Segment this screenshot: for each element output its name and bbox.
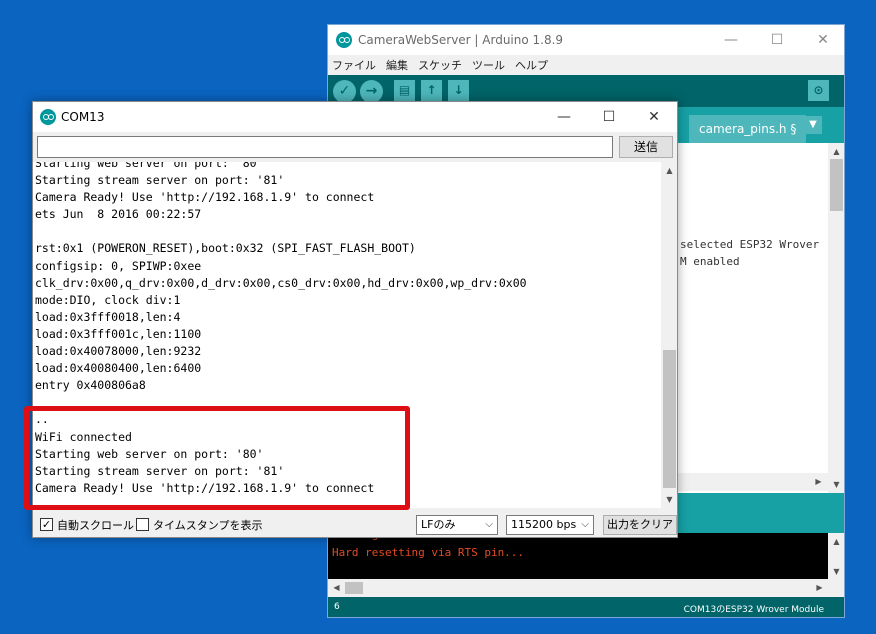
editor-scroll-thumb[interactable]	[830, 159, 843, 211]
highlight-annotation-box	[24, 406, 410, 510]
send-button[interactable]: 送信	[619, 136, 673, 158]
output-line: clk_drv:0x00,q_drv:0x00,d_drv:0x00,cs0_d…	[35, 275, 527, 290]
scroll-up-arrow-icon[interactable]: ▲	[828, 533, 844, 550]
ide-close-button[interactable]: ✕	[800, 25, 844, 55]
output-line: mode:DIO, clock div:1	[35, 292, 181, 307]
line-number: 6	[334, 602, 340, 612]
menu-tools[interactable]: ツール	[472, 57, 505, 73]
output-line: entry 0x400806a8	[35, 378, 146, 393]
tab-menu-chevron-down-icon[interactable]: ▼	[804, 116, 822, 134]
output-vertical-scrollbar[interactable]: ▲ ▼	[661, 162, 677, 508]
console-scroll-thumb[interactable]	[345, 582, 363, 594]
editor-line: selected ESP32 Wrover	[680, 238, 820, 251]
scroll-right-arrow-icon[interactable]: ▶	[810, 473, 827, 490]
autoscroll-label: 自動スクロール	[57, 519, 134, 532]
output-line: load:0x3fff0018,len:4	[35, 309, 181, 324]
scroll-down-arrow-icon[interactable]: ▼	[828, 563, 844, 580]
scroll-up-arrow-icon[interactable]: ▲	[828, 143, 844, 160]
scroll-up-arrow-icon[interactable]: ▲	[661, 162, 677, 179]
serial-send-input[interactable]	[37, 136, 613, 158]
upload-icon[interactable]: →	[360, 80, 383, 103]
chevron-down-icon: ⌵	[485, 519, 493, 530]
menu-help[interactable]: ヘルプ	[515, 57, 548, 73]
output-line: Camera Ready! Use 'http://192.168.1.9' t…	[35, 190, 375, 205]
scroll-right-arrow-icon[interactable]: ▶	[811, 579, 828, 596]
ide-maximize-button[interactable]: ☐	[754, 25, 800, 55]
open-sketch-icon[interactable]: ↑	[421, 80, 442, 101]
output-line: load:0x3fff001c,len:1100	[35, 326, 202, 341]
menu-file[interactable]: ファイル	[332, 57, 376, 73]
editor-horizontal-scrollbar[interactable]: ▶	[676, 473, 828, 491]
serial-titlebar[interactable]: COM13 — ☐ ✕	[33, 102, 677, 132]
scroll-left-arrow-icon[interactable]: ◀	[328, 579, 345, 596]
serial-window-title: COM13	[61, 110, 105, 124]
arduino-logo-icon	[336, 32, 352, 48]
verify-icon[interactable]: ✓	[333, 80, 356, 103]
serial-close-button[interactable]: ✕	[631, 102, 677, 132]
output-line: configsip: 0, SPIWP:0xee	[35, 258, 202, 273]
output-line: load:0x40078000,len:9232	[35, 344, 202, 359]
ide-menubar: ファイル 編集 スケッチ ツール ヘルプ	[328, 55, 844, 75]
line-ending-value: LFのみ	[421, 518, 456, 531]
serial-monitor-icon[interactable]: ⊙	[808, 80, 829, 101]
save-sketch-icon[interactable]: ↓	[448, 80, 469, 101]
output-line: Starting web server on port: '80'	[35, 162, 264, 170]
output-scroll-thumb[interactable]	[663, 350, 676, 488]
timestamp-label: タイムスタンプを表示	[153, 519, 263, 532]
ide-bottom-status: 6 COM13のESP32 Wrover Module	[328, 597, 844, 617]
output-line: load:0x40080400,len:6400	[35, 361, 202, 376]
ide-titlebar[interactable]: CameraWebServer | Arduino 1.8.9 — ☐ ✕	[328, 25, 844, 55]
menu-edit[interactable]: 編集	[386, 57, 408, 73]
output-line: Starting stream server on port: '81'	[35, 173, 285, 188]
serial-minimize-button[interactable]: —	[541, 102, 587, 132]
menu-sketch[interactable]: スケッチ	[418, 57, 462, 73]
clear-output-button[interactable]: 出力をクリア	[603, 515, 677, 535]
ide-window-title: CameraWebServer | Arduino 1.8.9	[358, 33, 564, 47]
scroll-down-arrow-icon[interactable]: ▼	[828, 476, 844, 493]
console-vertical-scrollbar[interactable]: ▲ ▼	[828, 533, 844, 597]
console-line: Hard resetting via RTS pin...	[332, 546, 525, 559]
line-ending-select[interactable]: LFのみ ⌵	[416, 515, 498, 535]
baud-rate-value: 115200 bps	[511, 518, 577, 531]
output-line: ets Jun 8 2016 00:22:57	[35, 207, 202, 222]
timestamp-checkbox[interactable]	[136, 518, 149, 531]
ide-minimize-button[interactable]: —	[708, 25, 754, 55]
baud-rate-select[interactable]: 115200 bps ⌵	[506, 515, 594, 535]
autoscroll-checkbox[interactable]: ✓	[40, 518, 53, 531]
board-port-info: COM13のESP32 Wrover Module	[683, 605, 824, 615]
tab-camera-pins[interactable]: camera_pins.h §	[689, 115, 807, 143]
arduino-logo-icon	[40, 109, 56, 125]
scroll-down-arrow-icon[interactable]: ▼	[661, 491, 677, 508]
console-horizontal-scrollbar[interactable]: ◀ ▶	[328, 579, 828, 597]
editor-vertical-scrollbar[interactable]: ▲ ▼	[828, 143, 844, 493]
new-sketch-icon[interactable]: ▤	[394, 80, 415, 101]
output-line: rst:0x1 (POWERON_RESET),boot:0x32 (SPI_F…	[35, 241, 416, 256]
editor-line: M enabled	[680, 255, 740, 268]
chevron-down-icon: ⌵	[581, 519, 589, 530]
serial-options-bar: ✓ 自動スクロール タイムスタンプを表示 LFのみ ⌵ 115200 bps ⌵…	[33, 512, 677, 537]
serial-maximize-button[interactable]: ☐	[586, 102, 632, 132]
